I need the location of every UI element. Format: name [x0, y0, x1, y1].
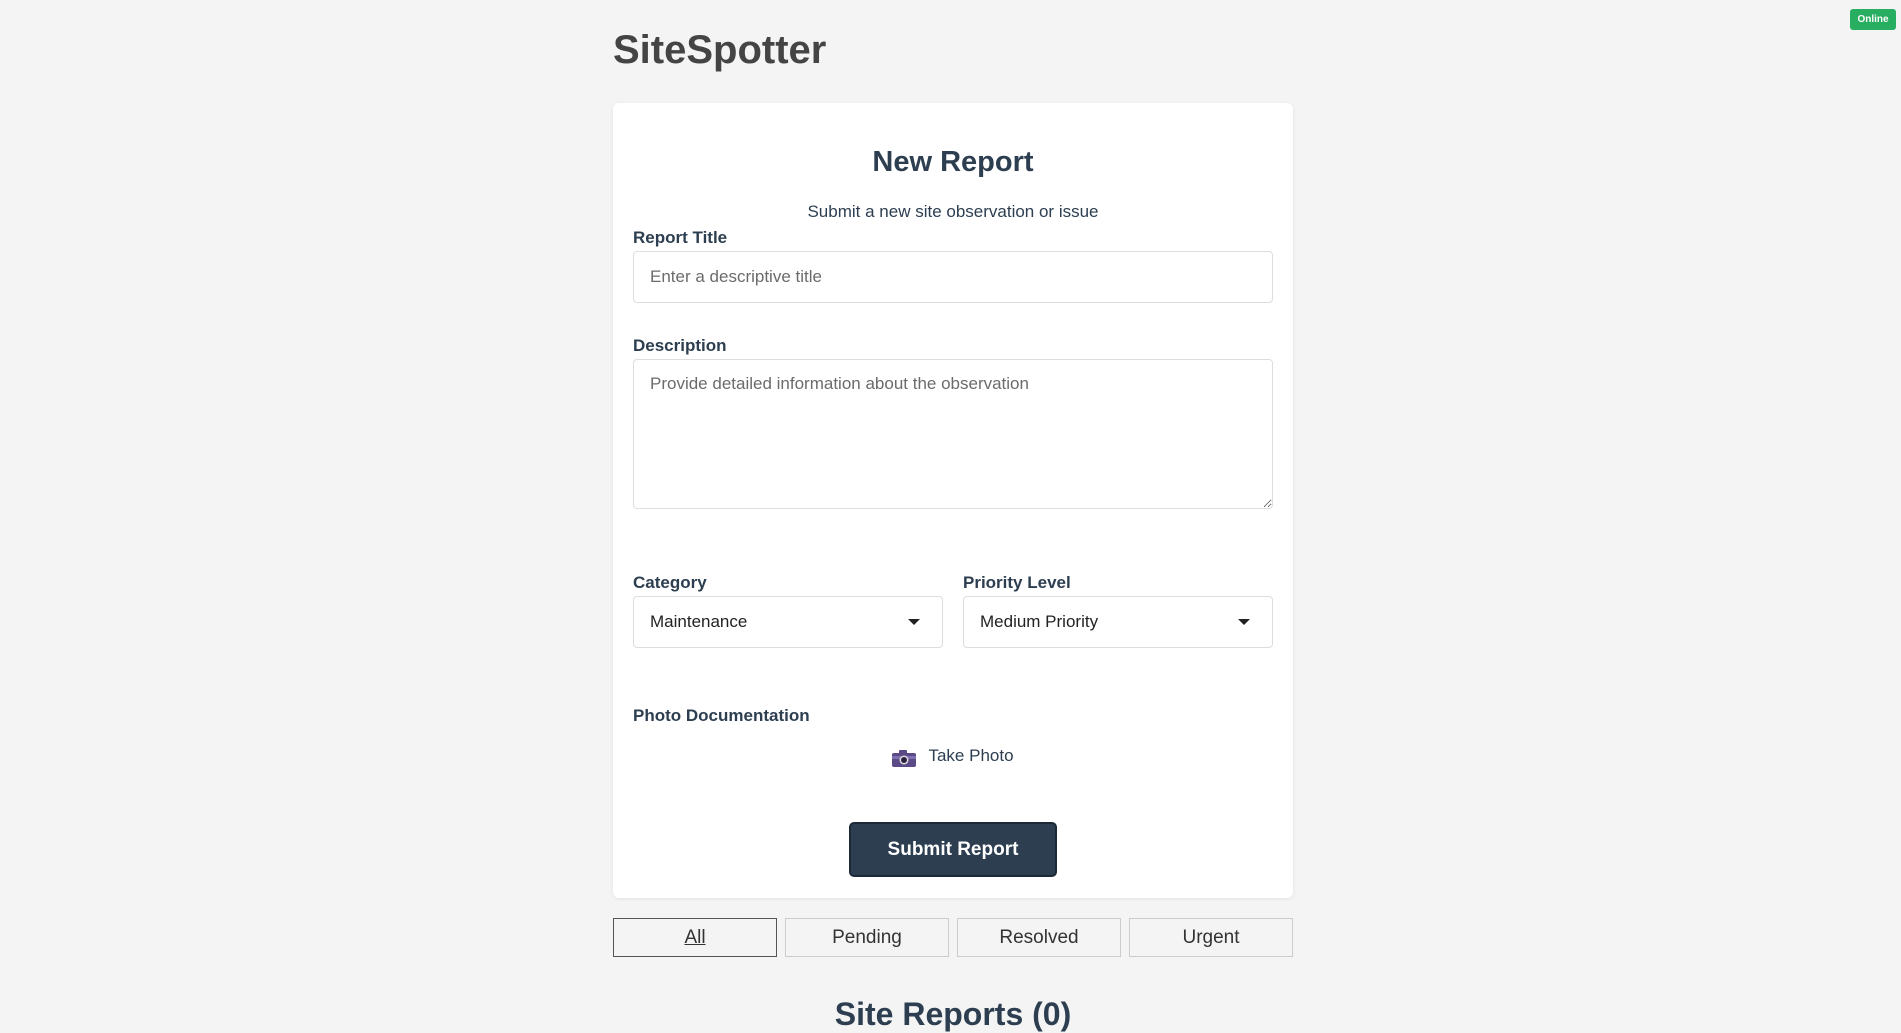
report-title-input[interactable] [633, 251, 1273, 303]
category-label: Category [633, 573, 707, 592]
site-reports-heading: Site Reports (0) [834, 996, 1072, 1032]
filter-tab-urgent[interactable]: Urgent [1129, 918, 1293, 957]
category-select-value: Maintenance [650, 612, 748, 631]
form-subtitle: Submit a new site observation or issue [807, 202, 1099, 221]
priority-select-value: Medium Priority [980, 612, 1099, 631]
take-photo-label: Take Photo [928, 745, 1014, 765]
chevron-down-icon [908, 619, 920, 625]
priority-select[interactable]: Medium Priority [963, 596, 1273, 648]
filter-tab-resolved[interactable]: Resolved [957, 918, 1121, 957]
photo-documentation-label: Photo Documentation [633, 706, 810, 725]
category-select[interactable]: Maintenance [633, 596, 943, 648]
form-title: New Report [872, 146, 1034, 178]
submit-report-button[interactable]: Submit Report [849, 822, 1057, 877]
take-photo-button[interactable]: Take Photo [613, 744, 1293, 767]
app-title: SiteSpotter [613, 28, 827, 72]
camera-icon [892, 750, 917, 767]
new-report-card: New Report Submit a new site observation… [613, 103, 1293, 898]
report-title-label: Report Title [633, 228, 728, 247]
description-label: Description [633, 336, 727, 355]
main-container: SiteSpotter New Report Submit a new site… [613, 0, 1293, 1032]
priority-label: Priority Level [963, 573, 1071, 592]
filter-tabs: All Pending Resolved Urgent [613, 918, 1293, 957]
status-badge: Online [1850, 9, 1896, 30]
chevron-down-icon [1238, 619, 1250, 625]
description-textarea[interactable] [633, 359, 1273, 509]
filter-tab-pending[interactable]: Pending [785, 918, 949, 957]
filter-tab-all[interactable]: All [613, 918, 777, 957]
